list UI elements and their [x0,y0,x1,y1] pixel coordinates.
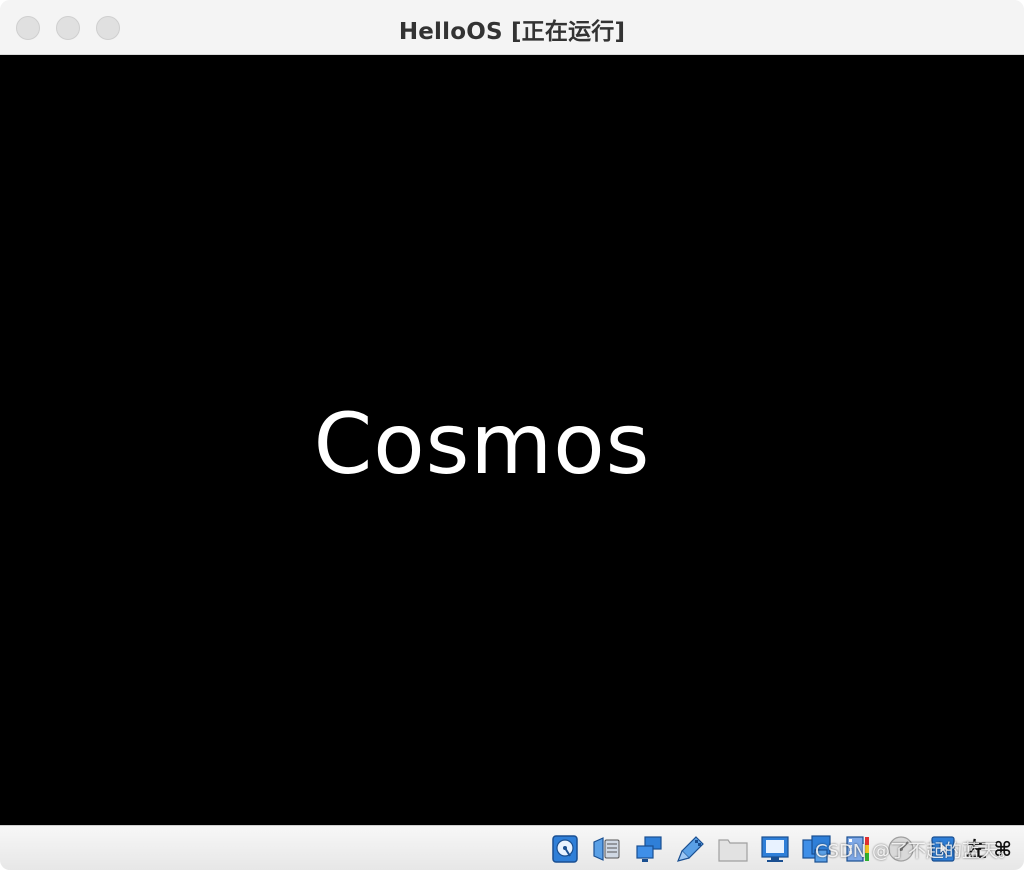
screen-display-text: Cosmos [313,395,651,493]
window-title: HelloOS [正在运行] [398,19,626,45]
status-icons: 左 ⌘ [540,833,1012,865]
video-capture-icon[interactable] [800,833,834,865]
mouse-integration-icon[interactable] [926,833,960,865]
usb-icon[interactable] [674,833,708,865]
shared-folders-icon[interactable] [716,833,750,865]
cpu-activity-icon[interactable] [884,833,918,865]
vm-screen[interactable]: Cosmos [0,55,1024,825]
recording-icon[interactable] [842,833,876,865]
hard-disk-icon[interactable] [548,833,582,865]
vm-window: HelloOS [正在运行] Cosmos 左 ⌘ CSDN @了不起的蓝天。 [0,0,1024,870]
optical-drive-icon[interactable] [590,833,624,865]
network-icon[interactable] [632,833,666,865]
title-bar: HelloOS [正在运行] [0,0,1024,55]
host-key-label[interactable]: 左 ⌘ [966,833,1012,865]
status-bar: 左 ⌘ CSDN @了不起的蓝天。 [0,825,1024,870]
display-icon[interactable] [758,833,792,865]
